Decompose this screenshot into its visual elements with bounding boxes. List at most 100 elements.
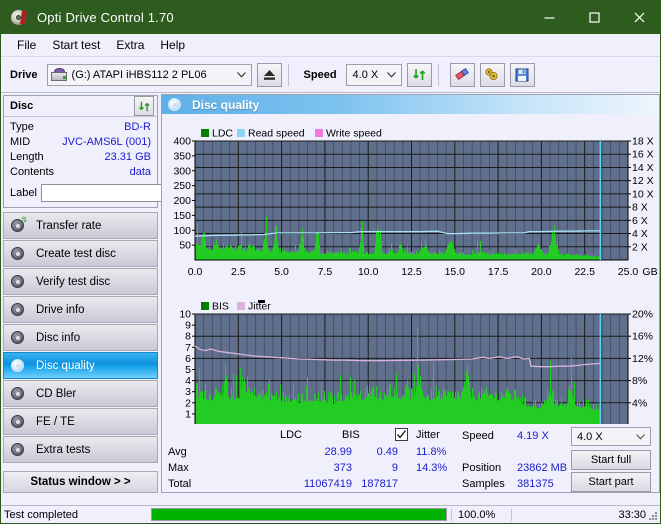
svg-text:16%: 16%: [632, 331, 653, 343]
sidebar-item-label: FE / TE: [36, 415, 75, 428]
svg-text:300: 300: [173, 165, 191, 177]
stats-speed-value: 4.19 X: [517, 430, 549, 442]
start-part-button[interactable]: Start part: [571, 472, 651, 492]
sidebar-item-create-test-disc[interactable]: Create test disc: [3, 240, 158, 267]
window-title: Opti Drive Control 1.70: [37, 10, 174, 25]
stats-avg-bis: 0.49: [358, 446, 398, 458]
close-button[interactable]: [617, 1, 660, 34]
disc-label-key: Label: [10, 187, 37, 199]
disc-quality-icon: [11, 358, 26, 373]
stats-position-value: 23862 MB: [517, 462, 568, 474]
sidebar-item-verify-test-disc[interactable]: Verify test disc: [3, 268, 158, 295]
stats-row-avg: Avg: [168, 446, 187, 458]
svg-text:8 X: 8 X: [632, 202, 648, 214]
stats-speed-label: Speed: [462, 430, 494, 442]
create-test-disc-icon: [11, 246, 26, 261]
sidebar-item-label: CD Bler: [36, 387, 77, 400]
disc-panel-header: Disc: [4, 96, 157, 117]
title-bar: Opti Drive Control 1.70: [1, 1, 660, 34]
stats-max-ldc-value: 373: [333, 462, 352, 474]
svg-text:2: 2: [185, 397, 191, 409]
svg-text:LDC: LDC: [212, 128, 233, 140]
disc-row-type-key: Type: [10, 121, 34, 133]
sidebar-item-label: Verify test disc: [36, 275, 111, 288]
svg-text:12 X: 12 X: [632, 175, 654, 187]
status-bar: Test completed 100.0% 33:30: [1, 505, 660, 523]
stats-avg-ldc-value: 28.99: [324, 446, 352, 458]
status-window-button[interactable]: Status window > >: [3, 471, 158, 493]
svg-text:4%: 4%: [632, 397, 647, 409]
drive-select[interactable]: (G:) ATAPI iHBS112 2 PL06: [46, 63, 252, 86]
minimize-button[interactable]: [527, 1, 572, 34]
sidebar-item-label: Extra tests: [36, 443, 91, 456]
sidebar-item-disc-quality[interactable]: Disc quality: [3, 352, 158, 379]
disc-row-mid-value: JVC-AMS6L (001): [62, 136, 151, 148]
app-disc-icon: [9, 8, 29, 28]
disc-quality-icon: [168, 97, 183, 112]
window-controls: [527, 1, 660, 34]
svg-text:4 X: 4 X: [632, 228, 648, 240]
jitter-checkbox[interactable]: [395, 428, 408, 441]
disc-quality-charts: LDC Read speed Write speed 2 X4 X6 X8 X 10 X…: [173, 128, 657, 443]
menu-extra[interactable]: Extra: [108, 36, 152, 54]
stats-avg-bis-value: 0.49: [376, 446, 398, 458]
menu-file[interactable]: File: [9, 36, 44, 54]
maximize-button[interactable]: [572, 1, 617, 34]
start-full-button[interactable]: Start full: [571, 450, 651, 470]
sidebar-item-transfer-rate[interactable]: ↯ Transfer rate: [3, 212, 158, 239]
save-button[interactable]: [509, 62, 535, 87]
svg-text:2 X: 2 X: [632, 241, 648, 253]
drive-select-value: (G:) ATAPI iHBS112 2 PL06: [71, 68, 207, 81]
sidebar-item-extra-tests[interactable]: Extra tests: [3, 436, 158, 463]
chevron-down-icon: [386, 69, 396, 81]
progress-bar: [151, 508, 447, 521]
svg-text:7: 7: [185, 342, 191, 354]
sidebar-item-drive-info[interactable]: Drive info: [3, 296, 158, 323]
svg-text:1: 1: [185, 408, 191, 420]
svg-text:20%: 20%: [632, 309, 653, 321]
sidebar-item-label: Drive info: [36, 303, 85, 316]
disc-row-type: Type BD-R: [10, 120, 151, 135]
stats-total-bis-value: 187817: [361, 478, 398, 490]
tools-button[interactable]: [479, 62, 505, 87]
disc-refresh-button[interactable]: [134, 96, 154, 116]
stats-total-ldc: 11067419: [282, 478, 352, 490]
menu-start-test[interactable]: Start test: [44, 36, 108, 54]
svg-text:2.5: 2.5: [231, 266, 246, 278]
svg-text:12%: 12%: [632, 353, 653, 365]
svg-text:17.5: 17.5: [488, 266, 509, 278]
sidebar-item-cd-bler[interactable]: CD Bler: [3, 380, 158, 407]
eject-button[interactable]: [256, 62, 282, 87]
drive-label: Drive: [10, 68, 38, 81]
content-header: Disc quality: [162, 95, 659, 114]
erase-button[interactable]: [449, 62, 475, 87]
svg-text:Write speed: Write speed: [326, 128, 382, 140]
refresh-button[interactable]: [406, 62, 432, 87]
disc-row-contents-value: data: [129, 166, 151, 178]
sidebar-item-label: Disc info: [36, 331, 81, 344]
sidebar-item-label: Transfer rate: [36, 219, 102, 232]
speed-select[interactable]: 4.0 X: [345, 63, 402, 86]
disc-row-length: Length 23.31 GB: [10, 150, 151, 165]
progress-percent: 100.0%: [451, 508, 511, 521]
test-speed-select[interactable]: 4.0 X: [571, 427, 651, 446]
menu-help[interactable]: Help: [152, 36, 193, 54]
resize-grip-icon[interactable]: [648, 511, 658, 521]
stats-samples-label: Samples: [462, 478, 505, 490]
svg-text:3: 3: [185, 386, 191, 398]
speed-select-value: 4.0 X: [352, 68, 379, 81]
svg-text:7.5: 7.5: [318, 266, 333, 278]
svg-text:5.0: 5.0: [274, 266, 289, 278]
disc-info-rows: Type BD-R MID JVC-AMS6L (001) Length 23.…: [4, 117, 243, 207]
svg-text:20.0: 20.0: [531, 266, 552, 278]
disc-row-mid-key: MID: [10, 136, 31, 148]
svg-text:350: 350: [173, 150, 191, 162]
drive-icon: [50, 67, 68, 82]
stats-max-bis-value: 9: [391, 462, 398, 474]
sidebar-item-fe-te[interactable]: FE / TE: [3, 408, 158, 435]
svg-text:10 X: 10 X: [632, 188, 654, 200]
cd-bler-icon: [11, 386, 26, 401]
svg-text:6 X: 6 X: [632, 215, 648, 227]
sidebar-item-disc-info[interactable]: Disc info: [3, 324, 158, 351]
svg-text:GB: GB: [642, 266, 657, 278]
